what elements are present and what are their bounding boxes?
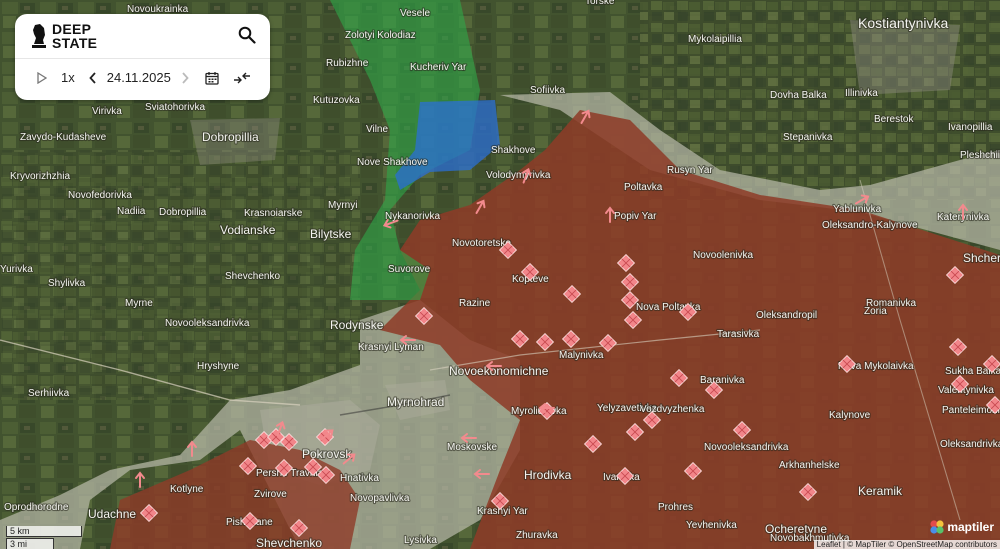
place-label: Zhuravka: [516, 530, 558, 541]
play-icon[interactable]: [37, 71, 47, 84]
search-icon[interactable]: [238, 26, 256, 44]
urban-area-kostiantynivka: [850, 20, 960, 95]
place-label: Baranivka: [700, 375, 745, 386]
place-label: Nove Shakhove: [357, 157, 428, 168]
logo-line-1: DEEP: [52, 21, 92, 37]
compare-arrows-icon[interactable]: [233, 71, 251, 85]
place-label: Yurivka: [0, 264, 33, 275]
calendar-icon[interactable]: [205, 71, 219, 85]
place-label: Bilytske: [310, 227, 352, 241]
map-attribution[interactable]: Leaflet | © MapTiler © OpenStreetMap con…: [813, 540, 1000, 549]
place-label: Novooleksandrivka: [165, 318, 250, 329]
logo-line-2: STATE: [52, 35, 98, 51]
place-label: Dobropillia: [202, 130, 259, 144]
place-label: Dobropillia: [159, 207, 207, 218]
place-label: Kotlyne: [170, 484, 204, 495]
place-label: Shakhove: [491, 145, 536, 156]
place-label: Yevhenivka: [686, 520, 737, 531]
place-label: Popiv Yar: [614, 211, 657, 222]
timeline-controls: 1x 24.11.2025: [37, 70, 251, 85]
place-label: Pleshchiivka: [960, 150, 1000, 161]
place-label: Serhiivka: [28, 388, 70, 399]
place-label: Shevchenko: [256, 536, 322, 549]
place-label: Hrodivka: [524, 468, 572, 482]
place-label: Stepanivka: [783, 132, 833, 143]
place-label: Sofiivka: [530, 85, 565, 96]
place-label: Zoria: [864, 306, 887, 317]
place-label: Dovha Balka: [770, 90, 827, 101]
place-label: Novofedorivka: [68, 190, 132, 201]
place-label: Novooleksandrivka: [704, 442, 789, 453]
place-label: Torske: [585, 0, 615, 7]
deepstate-logo[interactable]: DEEP STATE: [31, 22, 97, 50]
place-label: Suvorove: [388, 264, 431, 275]
chevron-right-icon[interactable]: [181, 71, 189, 84]
place-label: Tarasivka: [717, 329, 760, 340]
playback-speed[interactable]: 1x: [61, 70, 75, 85]
maptiler-wordmark: maptiler: [947, 520, 994, 534]
place-label: Rubizhne: [326, 58, 369, 69]
place-label: Mykolaipillia: [688, 34, 742, 45]
place-label: Oleksandrivka: [940, 439, 1000, 450]
place-label: Hryshyne: [197, 361, 240, 372]
place-label: Yablunivka: [833, 204, 882, 215]
place-label: Sviatohorivka: [145, 102, 205, 113]
place-label: Shcherbynivka: [963, 251, 1000, 265]
place-label: Vilne: [366, 124, 388, 135]
scale-bar-km: 5 km: [6, 526, 82, 537]
place-label: Kostiantynivka: [858, 15, 948, 31]
place-label: Volodymyrivka: [486, 170, 551, 181]
place-label: Hnativka: [340, 473, 379, 484]
place-label: Zvirove: [254, 489, 287, 500]
chevron-left-icon[interactable]: [89, 71, 97, 84]
place-label: Pokrovsk: [302, 447, 352, 461]
place-label: Keramik: [858, 484, 903, 498]
place-label: Kucheriv Yar: [410, 62, 467, 73]
place-label: Myrnyi: [328, 200, 357, 211]
place-label: Berestok: [874, 114, 914, 125]
place-label: Shylivka: [48, 278, 86, 289]
chess-knight-icon: [32, 24, 46, 48]
place-label: Myrne: [125, 298, 153, 309]
place-label: Moskovske: [447, 442, 497, 453]
place-label: Rusyn Yar: [667, 165, 713, 176]
place-label: Nykanorivka: [385, 211, 440, 222]
place-label: Myrnohrad: [387, 395, 444, 409]
place-label: Novopavlivka: [350, 493, 410, 504]
place-label: Kutuzovka: [313, 95, 360, 106]
place-label: Krasnyi Yar: [477, 506, 528, 517]
place-label: Kryvorizhzhia: [10, 171, 70, 182]
place-label: Arkhanhelske: [779, 460, 840, 471]
place-label: Lysivka: [404, 535, 437, 546]
place-label: Krasnyi Lyman: [358, 342, 424, 353]
place-label: Novoolenivka: [693, 250, 753, 261]
place-label: Razine: [459, 298, 491, 309]
place-label: Rodynske: [330, 318, 384, 332]
place-label: Shevchenko: [225, 271, 280, 282]
place-label: Prohres: [658, 502, 693, 513]
place-label: Poltavka: [624, 182, 663, 193]
maptiler-logo[interactable]: maptiler: [930, 520, 994, 534]
place-label: Udachne: [88, 507, 136, 521]
maptiler-icon: [930, 520, 944, 534]
panel-divider: [15, 58, 270, 59]
place-label: Ivanopillia: [948, 122, 993, 133]
place-label: Kalynove: [829, 410, 871, 421]
place-label: Vodianske: [220, 223, 276, 237]
place-label: Illinivka: [845, 88, 878, 99]
place-label: Malynivka: [559, 350, 604, 361]
place-label: Vesele: [400, 8, 430, 19]
place-label: Krasnoiarske: [244, 208, 303, 219]
place-label: Oprodhorodne: [4, 502, 69, 513]
place-label: Zavydo-Kudasheve: [20, 132, 107, 143]
place-label: Oleksandropil: [756, 310, 817, 321]
terrain-patch: [0, 150, 360, 400]
current-date[interactable]: 24.11.2025: [107, 70, 171, 85]
place-label: Virivka: [92, 106, 122, 117]
control-panel: DEEP STATE 1x 24.11.2025: [15, 14, 270, 100]
place-label: Oleksandro-Kalynove: [822, 220, 918, 231]
place-label: Zolotyi Kolodiaz: [345, 30, 416, 41]
place-label: Nadiia: [117, 206, 146, 217]
scale-bar-mi: 3 mi: [6, 538, 54, 549]
